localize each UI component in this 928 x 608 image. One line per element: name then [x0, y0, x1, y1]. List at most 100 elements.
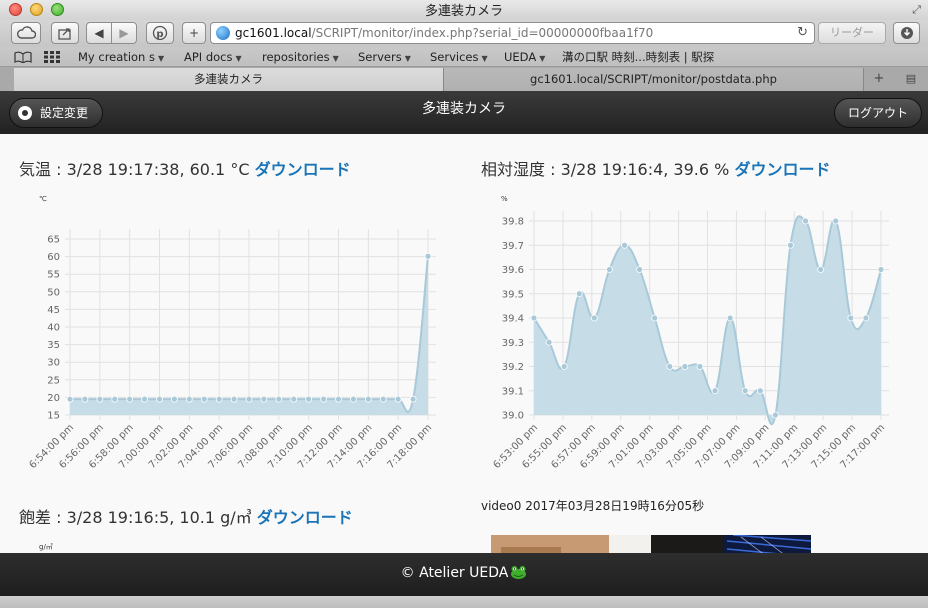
- y-tick-label: 65: [47, 235, 60, 246]
- data-point: [621, 241, 628, 249]
- bookmark-station-timetable[interactable]: 溝の口駅 時刻...時刻表 | 駅探: [562, 47, 714, 67]
- url-host: gc1601.local: [235, 26, 312, 40]
- data-point: [424, 252, 432, 260]
- footer: © Atelier UEDA: [0, 553, 928, 596]
- globe-icon: [216, 26, 230, 40]
- y-tick-label: 39.8: [502, 217, 524, 228]
- close-window-button[interactable]: [9, 3, 22, 16]
- data-point: [636, 266, 644, 273]
- data-point: [802, 217, 809, 225]
- reload-icon[interactable]: ↻: [797, 23, 808, 43]
- data-point: [111, 395, 119, 403]
- bookmark-servers[interactable]: Servers ▼: [358, 47, 411, 69]
- y-tick-label: 25: [47, 375, 60, 386]
- address-bar[interactable]: gc1601.local/SCRIPT/monitor/index.php?se…: [210, 22, 815, 44]
- page-title: 多連装カメラ: [422, 101, 506, 117]
- data-point: [726, 314, 734, 322]
- y-tick-label: 39.2: [502, 362, 524, 373]
- downloads-button[interactable]: [893, 22, 920, 44]
- frog-icon: [510, 555, 527, 579]
- reader-button[interactable]: リーダー: [818, 22, 886, 44]
- forward-button[interactable]: ▶: [111, 22, 137, 44]
- y-tick-label: 15: [47, 411, 60, 422]
- reading-list-icon[interactable]: [14, 47, 32, 67]
- y-tick-label: 39.1: [502, 386, 524, 397]
- data-point: [606, 266, 613, 273]
- data-point: [817, 266, 825, 273]
- back-button[interactable]: ◀: [86, 22, 112, 44]
- bookmark-repositories[interactable]: repositories ▼: [262, 47, 339, 69]
- plus-icon: +: [188, 26, 200, 40]
- data-point: [696, 363, 704, 370]
- chevron-down-icon: ▼: [404, 54, 411, 63]
- y-tick-label: 45: [47, 305, 60, 316]
- download-icon: [900, 27, 913, 39]
- share-button[interactable]: [51, 22, 79, 44]
- y-tick-label: 30: [47, 358, 60, 369]
- y-tick-label: 60: [47, 252, 60, 263]
- back-arrow-icon: ◀: [94, 26, 104, 40]
- bookmarks-bar: My creation s ▼ API docs ▼ repositories ▼ S…: [0, 47, 928, 67]
- y-tick-label: 39.7: [502, 241, 524, 252]
- data-point: [320, 395, 327, 403]
- video-timestamp: video0 2017年03月28日19時16分05秒: [481, 499, 705, 513]
- bookmark-ueda[interactable]: UEDA ▼: [504, 47, 545, 69]
- data-point: [847, 314, 855, 322]
- y-tick-label: 40: [47, 323, 60, 334]
- y-tick-label: 55: [47, 270, 60, 281]
- data-point: [379, 395, 387, 403]
- plus-icon: +: [873, 71, 885, 86]
- add-bookmark-button[interactable]: +: [182, 22, 206, 44]
- minimize-window-button[interactable]: [30, 3, 43, 16]
- fullscreen-icon[interactable]: ⤢: [912, 3, 921, 17]
- tab-postdata[interactable]: gc1601.local/SCRIPT/monitor/postdata.php: [444, 68, 864, 91]
- data-point: [666, 363, 674, 370]
- top-sites-icon[interactable]: [44, 47, 60, 67]
- y-tick-label: 39.3: [502, 338, 524, 349]
- data-point: [245, 395, 253, 403]
- data-point: [545, 338, 553, 346]
- pinterest-button[interactable]: p: [146, 22, 174, 44]
- camera-image: [491, 535, 811, 553]
- tab-list-icon: ▤: [905, 72, 917, 85]
- bookmark-services[interactable]: Services ▼: [430, 47, 488, 69]
- data-point: [126, 395, 134, 403]
- y-tick-label: 35: [47, 340, 60, 351]
- dewpoint-download-link[interactable]: ダウンロード: [257, 508, 353, 527]
- data-point: [711, 387, 719, 395]
- data-point: [394, 395, 402, 403]
- data-point: [681, 363, 689, 370]
- tab-overview-button[interactable]: ▤: [896, 68, 926, 91]
- data-point: [560, 363, 568, 370]
- humidity-chart: 39.039.139.239.339.439.539.639.739.86:53…: [491, 211, 889, 471]
- data-point: [141, 395, 148, 403]
- tab-camera[interactable]: 多連装カメラ: [14, 68, 444, 91]
- data-point: [409, 395, 417, 403]
- data-point: [215, 395, 223, 403]
- logout-button[interactable]: ログアウト: [834, 98, 922, 128]
- data-point: [290, 395, 298, 403]
- dewpoint-unit: g/㎥: [39, 543, 53, 551]
- data-point: [81, 395, 89, 403]
- data-point: [171, 395, 178, 403]
- main-content: 気温 : 3/28 19:17:38, 60.1 °C ダウンロード 相対湿度 …: [0, 134, 928, 553]
- bookmark-my-creations[interactable]: My creation s ▼: [78, 47, 164, 69]
- settings-button[interactable]: 設定変更: [9, 98, 103, 128]
- data-point: [575, 290, 583, 298]
- y-tick-label: 39.0: [502, 411, 524, 422]
- icloud-button[interactable]: [11, 22, 41, 44]
- y-tick-label: 39.5: [502, 289, 524, 300]
- data-point: [832, 217, 840, 225]
- browser-window: 多連装カメラ ⤢ ◀ ▶ p + gc1601.local/SCRIPT/mon…: [0, 0, 928, 608]
- svg-text:p: p: [156, 29, 163, 40]
- data-point: [741, 387, 749, 395]
- data-point: [260, 395, 268, 403]
- data-point: [200, 395, 208, 403]
- new-tab-button[interactable]: +: [866, 68, 892, 91]
- data-point: [335, 395, 342, 403]
- bookmark-api-docs[interactable]: API docs ▼: [184, 47, 242, 69]
- data-point: [756, 387, 764, 395]
- data-point: [651, 314, 659, 322]
- zoom-window-button[interactable]: [51, 3, 64, 16]
- video-thumbnail[interactable]: [491, 535, 811, 553]
